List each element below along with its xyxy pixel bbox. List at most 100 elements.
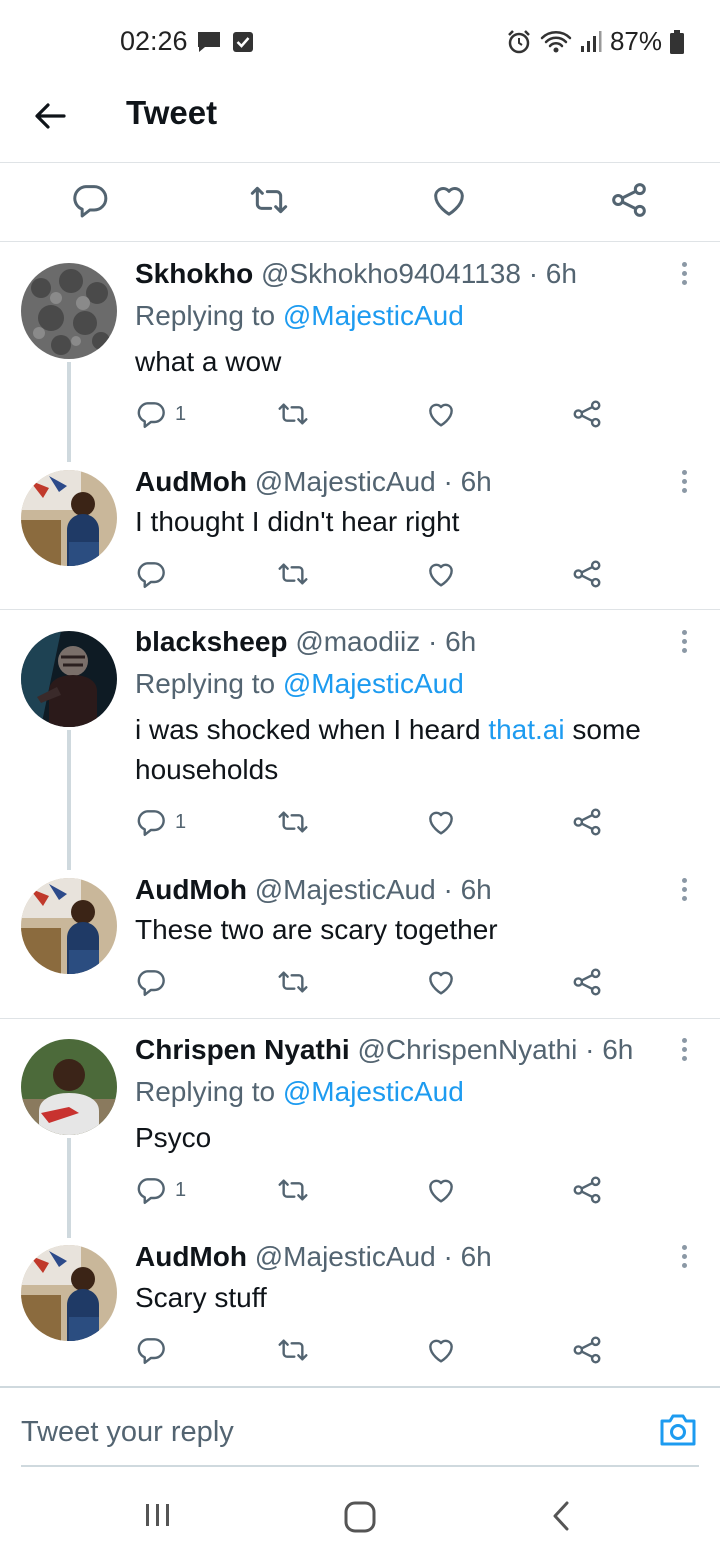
replying-to: Replying to @MajesticAud — [135, 1076, 464, 1107]
like-button[interactable] — [425, 1332, 457, 1368]
tweet-time: 6h — [445, 626, 477, 657]
more-icon[interactable] — [672, 1245, 696, 1273]
mention-link[interactable]: @MajesticAud — [283, 1076, 464, 1107]
tweet-actions — [135, 1332, 615, 1368]
thread-divider — [0, 609, 720, 610]
heart-icon — [425, 806, 457, 838]
retweet-button[interactable] — [277, 1332, 309, 1368]
recent-apps-icon[interactable] — [143, 1500, 173, 1530]
like-button[interactable] — [425, 396, 457, 432]
reply-count: 1 — [175, 402, 187, 425]
avatar[interactable] — [21, 263, 117, 359]
retweet-button[interactable] — [277, 804, 309, 840]
mention-link[interactable]: @MajesticAud — [283, 668, 464, 699]
separator-dot: · — [443, 1241, 453, 1272]
reply-icon — [135, 558, 167, 590]
retweet-icon — [277, 1174, 309, 1206]
tweet-time: 6h — [460, 466, 492, 497]
separator-dot: · — [528, 258, 539, 289]
reply-button[interactable] — [135, 964, 167, 1000]
share-button[interactable] — [571, 964, 603, 1000]
author-handle[interactable]: @maodiiz — [295, 626, 420, 657]
heart-icon — [425, 1334, 457, 1366]
main-tweet-actions — [0, 162, 720, 241]
reply-icon — [135, 806, 167, 838]
camera-icon[interactable] — [658, 1412, 698, 1448]
share-button[interactable] — [571, 804, 603, 840]
status-bar: 02:26 87% — [0, 0, 720, 80]
retweet-button[interactable] — [277, 396, 309, 432]
reply-button[interactable]: 1 — [135, 396, 186, 432]
like-button[interactable] — [425, 964, 457, 1000]
tweet-actions — [135, 556, 615, 592]
more-icon[interactable] — [672, 470, 696, 498]
author-handle[interactable]: @MajesticAud — [255, 874, 436, 905]
like-button[interactable] — [425, 1172, 457, 1208]
separator-dot: · — [443, 466, 453, 497]
more-icon[interactable] — [672, 262, 696, 290]
mention-link[interactable]: @MajesticAud — [283, 300, 464, 331]
alarm-icon — [508, 29, 530, 53]
author-name[interactable]: AudMoh — [135, 1241, 247, 1272]
reply-button[interactable]: 1 — [135, 804, 186, 840]
reply-icon — [135, 398, 167, 430]
reply-button[interactable] — [135, 1332, 167, 1368]
reply-composer — [0, 1386, 720, 1468]
author-handle[interactable]: @MajesticAud — [255, 1241, 436, 1272]
share-icon[interactable] — [609, 180, 649, 220]
retweet-icon — [277, 1334, 309, 1366]
share-icon — [571, 1334, 603, 1366]
share-button[interactable] — [571, 396, 603, 432]
avatar[interactable] — [21, 1039, 117, 1135]
home-icon[interactable] — [343, 1500, 377, 1534]
author-name[interactable]: AudMoh — [135, 874, 247, 905]
avatar[interactable] — [21, 878, 117, 974]
composer-underline — [21, 1465, 699, 1467]
author-name[interactable]: Skhokho — [135, 258, 253, 289]
heart-icon — [425, 1174, 457, 1206]
retweet-icon — [277, 966, 309, 998]
retweet-icon — [277, 398, 309, 430]
share-icon — [571, 966, 603, 998]
tweet-text: what a wow — [135, 346, 282, 377]
reply-icon[interactable] — [70, 180, 110, 220]
share-button[interactable] — [571, 1332, 603, 1368]
battery-icon — [670, 29, 684, 54]
reply-input[interactable] — [21, 1416, 581, 1449]
reply-button[interactable] — [135, 556, 167, 592]
reply-button[interactable]: 1 — [135, 1172, 186, 1208]
thread-divider — [0, 1018, 720, 1019]
back-nav-icon[interactable] — [548, 1500, 576, 1532]
avatar[interactable] — [21, 470, 117, 566]
more-icon[interactable] — [672, 630, 696, 658]
share-button[interactable] — [571, 1172, 603, 1208]
heart-icon — [425, 558, 457, 590]
share-button[interactable] — [571, 556, 603, 592]
share-icon — [571, 398, 603, 430]
author-name[interactable]: blacksheep — [135, 626, 288, 657]
tweet-actions: 1 — [135, 804, 615, 840]
retweet-button[interactable] — [277, 556, 309, 592]
back-arrow-icon[interactable] — [30, 96, 70, 136]
like-button[interactable] — [425, 804, 457, 840]
tweet-text: Scary stuff — [135, 1282, 267, 1313]
reply-count: 1 — [175, 1178, 187, 1201]
more-icon[interactable] — [672, 1038, 696, 1066]
author-handle[interactable]: @ChrispenNyathi — [357, 1034, 577, 1065]
author-handle[interactable]: @Skhokho94041138 — [261, 258, 521, 289]
text-link[interactable]: that.ai — [488, 714, 564, 745]
retweet-icon[interactable] — [249, 180, 289, 220]
more-icon[interactable] — [672, 878, 696, 906]
avatar[interactable] — [21, 631, 117, 727]
heart-icon[interactable] — [429, 180, 469, 220]
replying-to: Replying to @MajesticAud — [135, 300, 464, 331]
retweet-button[interactable] — [277, 964, 309, 1000]
heart-icon — [425, 966, 457, 998]
author-name[interactable]: AudMoh — [135, 466, 247, 497]
like-button[interactable] — [425, 556, 457, 592]
separator-dot: · — [428, 626, 438, 657]
avatar[interactable] — [21, 1245, 117, 1341]
retweet-button[interactable] — [277, 1172, 309, 1208]
author-name[interactable]: Chrispen Nyathi — [135, 1034, 350, 1065]
author-handle[interactable]: @MajesticAud — [255, 466, 436, 497]
